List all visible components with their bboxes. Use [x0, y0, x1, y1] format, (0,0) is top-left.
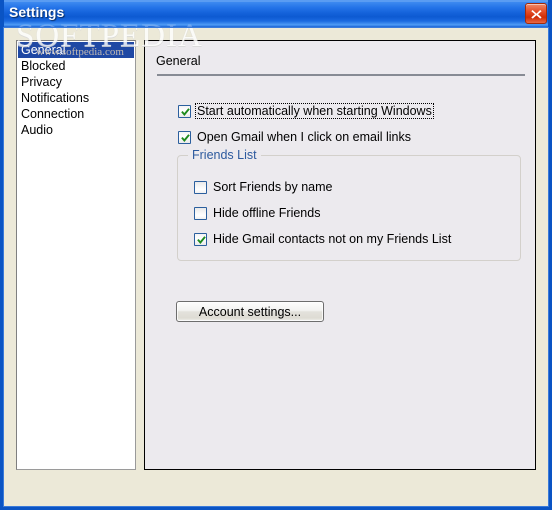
sidebar-item-general[interactable]: General [18, 42, 134, 58]
category-listbox[interactable]: General Blocked Privacy Notifications Co… [16, 40, 136, 470]
sidebar-item-notifications[interactable]: Notifications [18, 90, 134, 106]
window-title: Settings [9, 4, 65, 20]
groupbox-legend: Friends List [188, 148, 261, 162]
title-bar-highlight [0, 0, 552, 2]
checkbox-label: Open Gmail when I click on email links [197, 130, 411, 144]
checkbox-hide-offline-friends[interactable]: Hide offline Friends [194, 205, 322, 221]
sidebar-item-audio[interactable]: Audio [18, 122, 134, 138]
dialog-body: General Blocked Privacy Notifications Co… [4, 28, 548, 510]
sidebar-item-blocked[interactable]: Blocked [18, 58, 134, 74]
sidebar-item-connection[interactable]: Connection [18, 106, 134, 122]
checkbox-box-unchecked[interactable] [194, 206, 207, 220]
checkbox-label: Start automatically when starting Window… [195, 103, 434, 119]
settings-dialog-window: Settings SOFTPEDIA General Blocked Priva… [0, 0, 552, 510]
general-settings-panel: General Start automatically when startin… [144, 40, 536, 470]
checkbox-box-checked[interactable] [178, 104, 191, 118]
checkbox-label: Sort Friends by name [213, 180, 333, 194]
checkbox-hide-gmail-contacts[interactable]: Hide Gmail contacts not on my Friends Li… [194, 231, 453, 247]
checkbox-box-checked[interactable] [178, 130, 191, 144]
title-bar[interactable]: Settings [0, 0, 552, 28]
friends-list-groupbox: Friends List Sort Friends by name Hide o… [177, 148, 521, 261]
checkbox-sort-friends-by-name[interactable]: Sort Friends by name [194, 179, 335, 195]
heading-divider [157, 74, 525, 76]
account-settings-button[interactable]: Account settings... [176, 301, 324, 322]
checkbox-label: Hide offline Friends [213, 206, 321, 220]
close-button[interactable] [525, 3, 547, 24]
checkbox-box-unchecked[interactable] [194, 180, 207, 194]
page-title: General [156, 54, 201, 68]
checkbox-label: Hide Gmail contacts not on my Friends Li… [213, 232, 452, 246]
checkbox-open-gmail-email-links[interactable]: Open Gmail when I click on email links [178, 129, 413, 145]
checkbox-box-checked[interactable] [194, 232, 207, 246]
sidebar-item-privacy[interactable]: Privacy [18, 74, 134, 90]
checkbox-start-automatically[interactable]: Start automatically when starting Window… [178, 103, 434, 119]
